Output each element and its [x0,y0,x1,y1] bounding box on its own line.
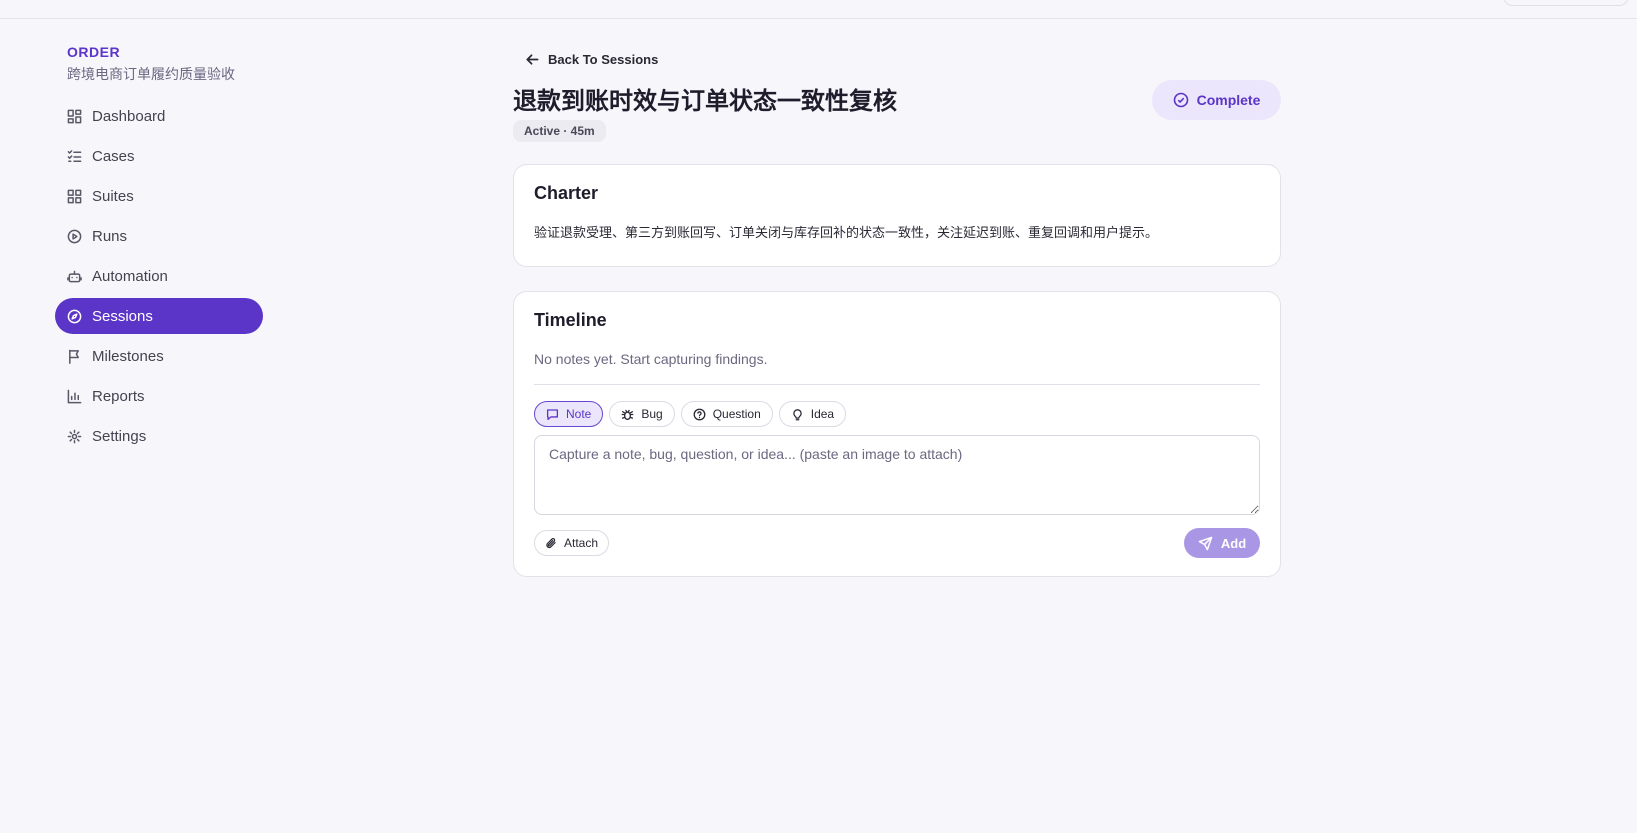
sidebar-item-automation[interactable]: Automation [55,258,263,294]
attach-button[interactable]: Attach [534,530,610,556]
composer-actions: Attach Add [534,528,1260,558]
status-badge: Active · 45m [513,120,606,142]
sidebar-item-runs[interactable]: Runs [55,218,263,254]
main-content: Back To Sessions 退款到账时效与订单状态一致性复核 Active… [513,44,1281,577]
sidebar-item-settings[interactable]: Settings [55,418,263,454]
play-circle-icon [67,229,82,244]
list-check-icon [67,149,82,164]
sidebar-item-label: Milestones [92,347,164,365]
sidebar-item-label: Dashboard [92,107,166,125]
add-label: Add [1220,535,1247,551]
complete-button[interactable]: Complete [1152,80,1281,120]
type-chip-label: Note [566,407,592,421]
timeline-empty-text: No notes yet. Start capturing findings. [534,351,1260,385]
charter-title: Charter [534,183,599,203]
lightbulb-icon [792,408,802,420]
back-label: Back To Sessions [548,51,659,67]
note-input[interactable] [534,435,1260,515]
sidebar-item-label: Suites [92,187,134,205]
sidebar-item-reports[interactable]: Reports [55,378,263,414]
paperclip-icon [546,538,556,549]
note-type-selector: Note Bug Question Idea [534,401,1260,427]
sidebar-nav: Dashboard Cases Suites Runs Automation S… [55,98,263,454]
sidebar-item-sessions[interactable]: Sessions [55,298,263,334]
compass-icon [67,309,82,324]
attach-label: Attach [564,536,599,550]
type-chip-bug[interactable]: Bug [609,401,675,427]
page-title: 退款到账时效与订单状态一致性复核 [513,88,897,115]
type-chip-idea[interactable]: Idea [778,401,847,427]
sidebar-item-label: Sessions [92,307,153,325]
sidebar-item-suites[interactable]: Suites [55,178,263,214]
sidebar-item-cases[interactable]: Cases [55,138,263,174]
dashboard-icon [67,109,82,124]
sidebar-item-label: Automation [92,267,168,285]
brand-subtitle: 跨境电商订单履约质量验收 [67,66,235,82]
flag-icon [67,349,82,364]
bar-chart-icon [67,389,82,404]
type-chip-question[interactable]: Question [680,401,773,427]
gear-icon [67,429,82,444]
add-note-button[interactable]: Add [1184,528,1260,558]
charter-text: 验证退款受理、第三方到账回写、订单关闭与库存回补的状态一致性，关注延迟到账、重复… [534,225,1159,240]
complete-label: Complete [1196,92,1261,108]
back-to-sessions-link[interactable]: Back To Sessions [525,44,1281,74]
charter-card: Charter 验证退款受理、第三方到账回写、订单关闭与库存回补的状态一致性，关… [513,164,1281,267]
sidebar-item-label: Cases [92,147,135,165]
sidebar: ORDER 跨境电商订单履约质量验收 Dashboard Cases Suite… [55,44,263,458]
message-icon [546,408,559,420]
timeline-title: Timeline [534,310,607,330]
brand-title: ORDER [67,44,121,60]
sidebar-item-milestones[interactable]: Milestones [55,338,263,374]
bug-icon [621,409,634,420]
type-chip-note[interactable]: Note [534,401,604,427]
timeline-card: Timeline No notes yet. Start capturing f… [513,291,1281,577]
sidebar-item-label: Runs [92,227,128,245]
type-chip-label: Idea [810,407,835,421]
robot-icon [67,269,82,284]
top-bar [0,0,1637,19]
type-chip-label: Bug [641,407,663,421]
top-bar-control[interactable] [1503,0,1629,6]
session-header: 退款到账时效与订单状态一致性复核 Active · 45m Complete [513,78,1281,156]
sidebar-item-label: Reports [92,387,145,405]
check-circle-icon [1173,92,1188,108]
grid-icon [67,189,82,204]
type-chip-label: Question [712,407,761,421]
sidebar-item-label: Settings [92,427,147,445]
send-icon [1198,536,1213,550]
arrow-left-icon [526,53,539,65]
help-circle-icon [693,408,706,420]
sidebar-item-dashboard[interactable]: Dashboard [55,98,263,134]
